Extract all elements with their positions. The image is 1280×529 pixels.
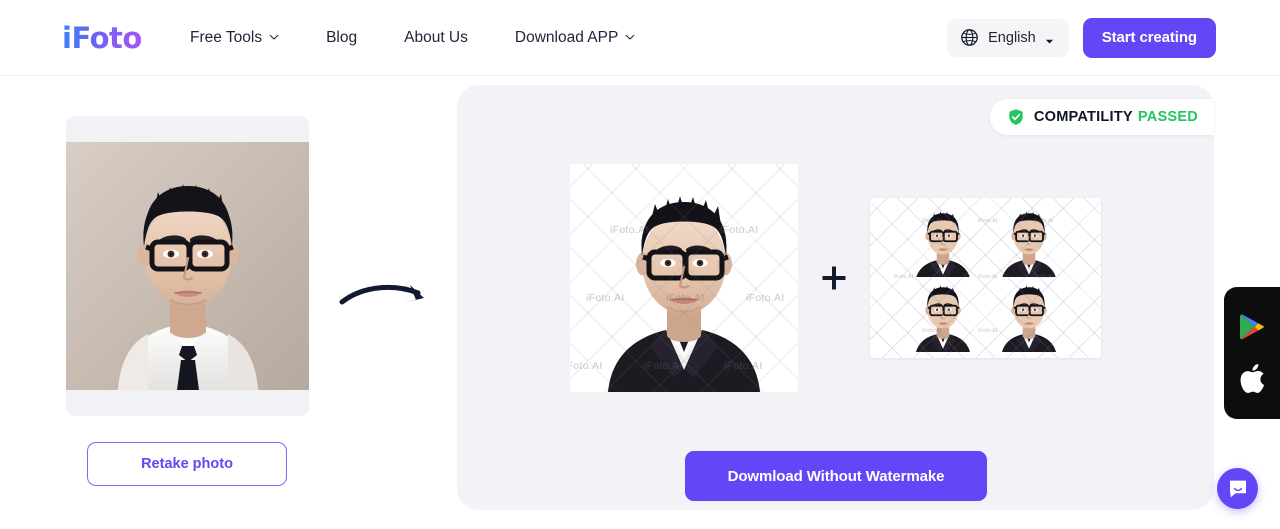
globe-icon (960, 28, 979, 47)
chevron-down-icon (269, 32, 279, 42)
passport-portrait-illustration (987, 279, 1071, 352)
passport-portrait-illustration (987, 204, 1071, 277)
curved-arrow-right-icon (339, 284, 424, 305)
page-root: iFoto Free Tools Blog About Us Download … (0, 0, 1280, 529)
print-sheet-cell (987, 279, 1071, 352)
language-selector[interactable]: English (947, 18, 1069, 57)
print-sheet-preview[interactable]: iFoto.AI iFoto.AI iFoto.AI iFoto.AI iFot… (870, 197, 1101, 358)
badge-primary-text: COMPATILITY (1033, 109, 1133, 125)
badge-label: COMPATILITY PASSED (1034, 109, 1198, 125)
nav-label: Download APP (514, 29, 619, 46)
download-without-watermark-button[interactable]: Dowmload Without Watermake (685, 451, 987, 501)
result-panel: COMPATILITY PASSED iFoto.AI iFoto.AI iFo… (457, 85, 1214, 510)
google-play-icon[interactable] (1239, 313, 1265, 341)
chat-bubble-icon (1229, 480, 1246, 497)
retake-photo-button[interactable]: Retake photo (87, 442, 287, 486)
print-sheet-cell (901, 279, 985, 352)
original-photo (66, 142, 309, 390)
nav-label: Free Tools (190, 29, 263, 46)
transform-arrow (338, 276, 434, 316)
nav-item-blog[interactable]: Blog (326, 29, 357, 47)
nav-item-about-us[interactable]: About Us (404, 29, 468, 47)
caret-down-icon (1045, 33, 1054, 44)
original-photo-column: Retake photo (66, 116, 309, 486)
plus-separator (798, 265, 870, 291)
processed-photo-preview[interactable]: iFoto.AI iFoto.AI iFoto.AI iFoto.AI iFot… (570, 163, 798, 392)
print-sheet-grid (901, 204, 1071, 352)
preview-row: iFoto.AI iFoto.AI iFoto.AI iFoto.AI iFot… (457, 160, 1214, 395)
chat-launcher-button[interactable] (1217, 468, 1258, 509)
print-sheet-cell (987, 204, 1071, 277)
print-sheet-cell (901, 204, 985, 277)
nav-item-download-app[interactable]: Download APP (515, 29, 635, 47)
site-header: iFoto Free Tools Blog About Us Download … (0, 0, 1280, 76)
apple-icon[interactable] (1240, 364, 1265, 394)
language-label: English (988, 29, 1036, 46)
nav-item-free-tools[interactable]: Free Tools (190, 29, 279, 47)
passport-portrait-illustration (901, 279, 985, 352)
nav-label: About Us (404, 29, 468, 46)
passport-portrait-illustration (901, 204, 985, 277)
portrait-illustration (66, 142, 309, 390)
original-photo-frame (66, 116, 309, 416)
header-actions: English Start creating (947, 17, 1216, 58)
start-creating-button[interactable]: Start creating (1082, 17, 1216, 58)
chevron-down-icon (625, 32, 635, 42)
compatibility-status-badge: COMPATILITY PASSED (989, 99, 1214, 135)
plus-icon (822, 266, 846, 289)
nav-label: Blog (326, 29, 358, 46)
badge-status-text: PASSED (1137, 109, 1198, 125)
shield-check-icon (1007, 108, 1025, 126)
app-download-dock (1224, 287, 1280, 419)
passport-portrait-illustration (570, 163, 798, 392)
main-navigation: Free Tools Blog About Us Download APP (190, 0, 635, 76)
logo[interactable]: iFoto (62, 21, 142, 55)
